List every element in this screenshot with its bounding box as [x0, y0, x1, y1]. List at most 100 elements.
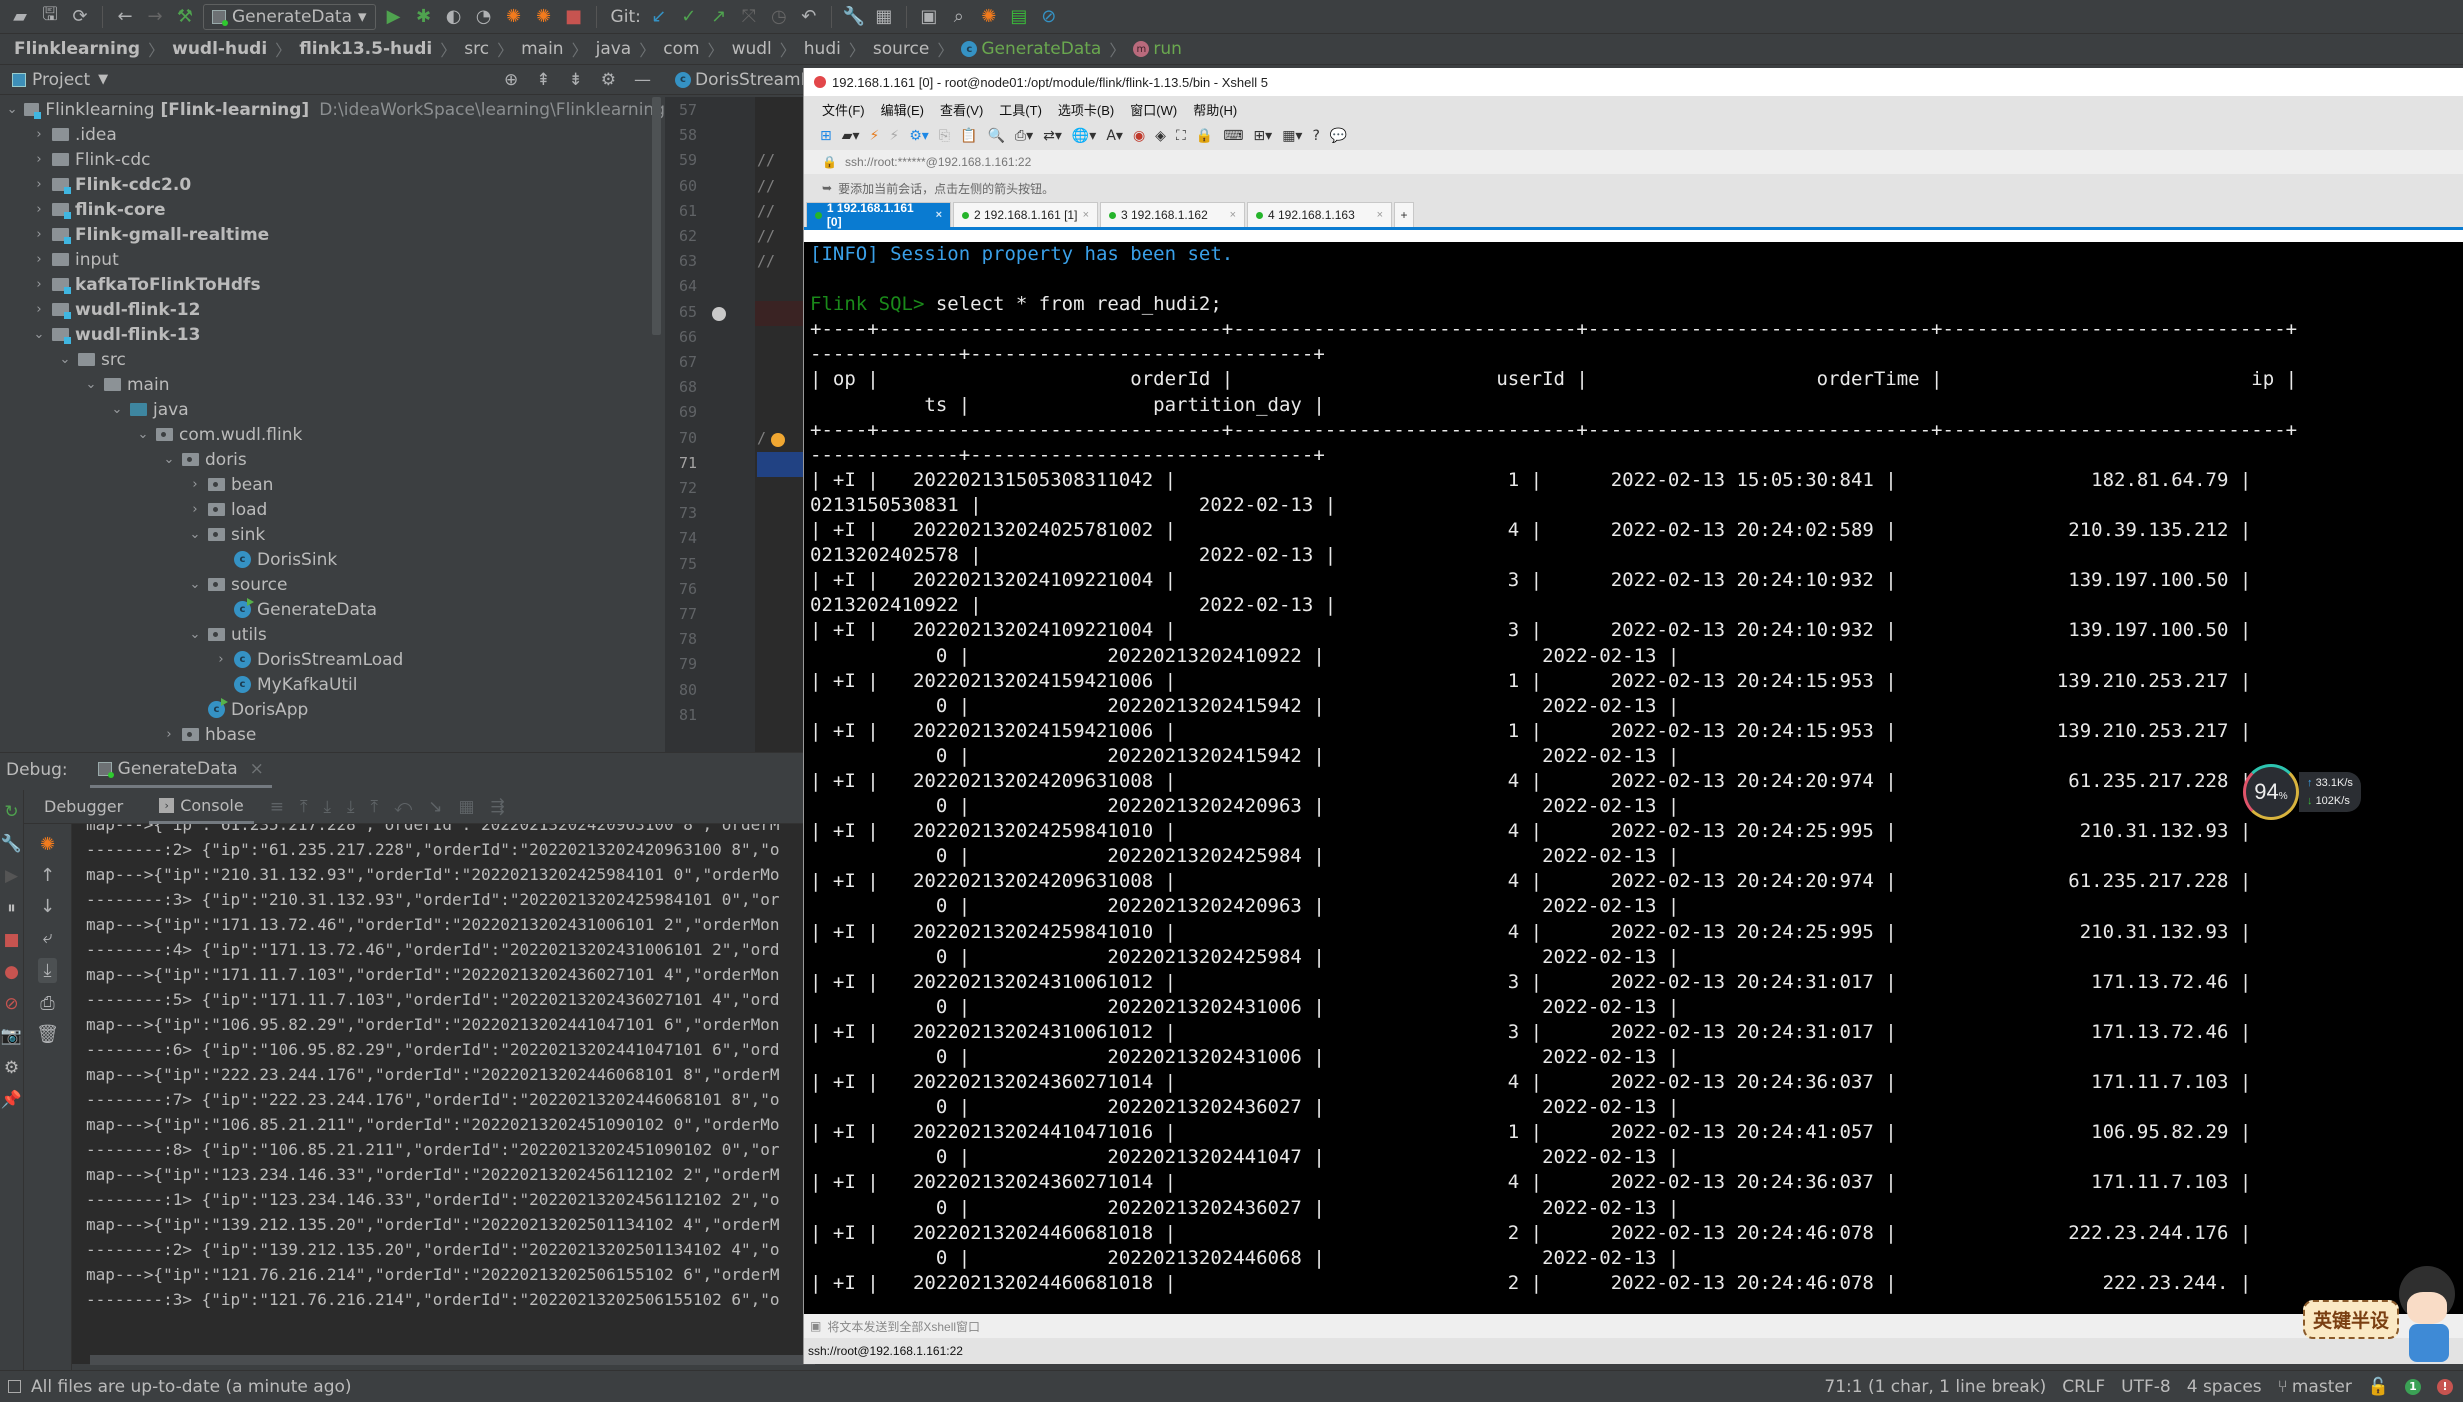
back-icon[interactable]: ← — [113, 5, 137, 29]
open-icon[interactable]: ▰▾ — [842, 128, 860, 144]
breadcrumb-item[interactable]: flink13.5-hudi — [299, 39, 432, 59]
expand-all-icon[interactable]: ⇞ — [536, 70, 550, 90]
connect-icon[interactable]: ⚡ — [870, 128, 880, 144]
step-into-icon[interactable]: ⤓ — [347, 797, 355, 817]
xftp-icon[interactable]: ◉ — [1133, 128, 1145, 144]
chat-icon[interactable]: 💬 — [1330, 128, 1347, 144]
code-line[interactable]: // — [757, 202, 775, 220]
gear-icon[interactable]: ⚙ — [601, 70, 616, 90]
chevron-down-icon[interactable]: ⌄ — [82, 377, 100, 392]
chevron-down-icon[interactable]: ⌄ — [134, 427, 152, 442]
status-checkbox-icon[interactable] — [8, 1380, 21, 1393]
close-icon[interactable]: × — [1230, 209, 1236, 221]
console-hscrollbar[interactable] — [90, 1355, 815, 1365]
wrench-icon[interactable]: 🔧 — [1, 834, 22, 854]
tree-item[interactable]: › Flink-cdc — [0, 147, 665, 172]
lock-icon[interactable]: 🔒 — [1196, 128, 1213, 144]
xshell-address-bar[interactable]: 🔒 ssh://root:******@192.168.1.161:22 — [804, 150, 2463, 174]
chevron-right-icon[interactable]: › — [30, 302, 48, 317]
print-icon[interactable]: ⎙▾ — [1015, 128, 1033, 144]
xshell-menu-item[interactable]: 查看(V) — [940, 100, 983, 119]
breadcrumb-item[interactable]: src — [464, 39, 489, 59]
no-entry-icon[interactable]: ⊘ — [1037, 5, 1061, 29]
stop-icon[interactable]: ■ — [3, 930, 19, 950]
rollback-icon[interactable]: ↶ — [797, 5, 821, 29]
step-out-icon[interactable]: ⤒ — [371, 797, 379, 817]
attach-debug-icon[interactable]: ✺ — [532, 5, 556, 29]
layout-icon[interactable]: ▦▾ — [1282, 128, 1302, 144]
console-output[interactable]: map--->{"ip":"61.235.217.228","orderId":… — [72, 824, 815, 1364]
xshell-menu-item[interactable]: 选项卡(B) — [1058, 100, 1114, 119]
trace-icon[interactable]: ⇶ — [491, 797, 505, 817]
print-icon[interactable]: ⎙ — [40, 993, 54, 1014]
breadcrumb-item[interactable]: wudl — [732, 39, 772, 59]
xshell-menu-item[interactable]: 文件(F) — [822, 100, 865, 119]
resume-icon[interactable]: ▶ — [5, 866, 18, 886]
tree-item[interactable]: ⌄ main — [0, 372, 665, 397]
chevron-down-icon[interactable]: ⌄ — [160, 452, 178, 467]
tree-item[interactable]: › input — [0, 247, 665, 272]
xshell-session-tab[interactable]: 1 192.168.1.161 [0] × — [806, 201, 951, 229]
chevron-down-icon[interactable]: ⌄ — [186, 577, 204, 592]
font-icon[interactable]: A▾ — [1106, 128, 1123, 144]
tree-item[interactable]: ⌄ com.wudl.flink — [0, 422, 665, 447]
project-panel-title[interactable]: Project — [32, 70, 90, 90]
unlock-icon[interactable]: 🔓 — [2368, 1377, 2389, 1397]
chevron-right-icon[interactable]: › — [30, 127, 48, 142]
breadcrumb-item[interactable]: java — [596, 39, 632, 59]
trash-icon[interactable]: 🗑 — [36, 1024, 59, 1045]
open-folder-icon[interactable]: ▰ — [8, 5, 32, 29]
pause-icon[interactable]: ⏸ — [7, 898, 16, 918]
error-icon[interactable]: ! — [2437, 1378, 2453, 1395]
chevron-right-icon[interactable]: › — [30, 202, 48, 217]
git-branch[interactable]: master — [2292, 1377, 2352, 1397]
terminal-run-icon[interactable]: ▣ — [917, 5, 941, 29]
xshell-menu-item[interactable]: 帮助(H) — [1193, 100, 1237, 119]
history-icon[interactable]: ◷ — [767, 5, 791, 29]
close-icon[interactable]: × — [936, 209, 942, 221]
keyboard-icon[interactable]: ⌨ — [1223, 128, 1243, 144]
rerun-icon[interactable]: ↻ — [4, 802, 18, 822]
xshell-send-bar[interactable]: ▣ 将文本发送到全部Xshell窗口 — [804, 1314, 2463, 1338]
xshell-session-tab[interactable]: 3 192.168.1.162 × — [1100, 202, 1245, 227]
tree-item[interactable]: › flink-core — [0, 197, 665, 222]
project-scrollbar[interactable] — [652, 97, 661, 335]
breadcrumb-item[interactable]: main — [521, 39, 563, 59]
chevron-down-icon[interactable]: ⌄ — [30, 327, 48, 342]
build-hammer-icon[interactable]: ⚒ — [173, 5, 197, 29]
chevron-right-icon[interactable]: › — [30, 152, 48, 167]
xshell-menu-item[interactable]: 工具(T) — [999, 100, 1042, 119]
coverage-icon[interactable]: ◐ — [442, 5, 466, 29]
terminal[interactable]: [INFO] Session property has been set. Fl… — [804, 242, 2463, 1314]
disconnect-icon[interactable]: ⚡ — [889, 128, 899, 144]
camera-icon[interactable]: 📷 — [1, 1026, 22, 1046]
code-line[interactable]: // — [757, 151, 775, 169]
find-icon[interactable]: 🔍 — [987, 128, 1004, 144]
tree-item[interactable]: c DorisApp — [0, 697, 665, 722]
line-separator[interactable]: CRLF — [2062, 1377, 2105, 1397]
breadcrumb-item[interactable]: com — [663, 39, 699, 59]
breadcrumb-item[interactable]: wudl-hudi — [172, 39, 267, 59]
settings-wrench-icon[interactable]: 🔧 — [842, 5, 866, 29]
code-line[interactable]: // — [757, 252, 775, 270]
chevron-down-icon[interactable]: ▼ — [98, 72, 108, 87]
notification-badge[interactable]: 1 — [2405, 1378, 2421, 1395]
code-line[interactable]: / — [757, 429, 766, 447]
fullscreen-icon[interactable]: ⛶ — [1176, 128, 1186, 144]
copy-icon[interactable]: ⎘ — [939, 128, 950, 144]
search-icon[interactable]: ⌕ — [947, 5, 971, 29]
network-monitor-widget[interactable]: 94% ↑ 33.1K/s ↓ 102K/s — [2243, 764, 2361, 820]
tree-item[interactable]: › hbase — [0, 722, 665, 747]
tab-console[interactable]: › Console — [149, 790, 254, 824]
git-commit-icon[interactable]: ✓ — [677, 5, 701, 29]
run-icon[interactable]: ▶ — [382, 5, 406, 29]
sync-icon[interactable]: ⟳ — [68, 5, 92, 29]
tree-item[interactable]: › kafkaToFlinkToHdfs — [0, 272, 665, 297]
chevron-right-icon[interactable]: › — [30, 277, 48, 292]
stop-icon[interactable]: ■ — [562, 5, 586, 29]
indent-setting[interactable]: 4 spaces — [2187, 1377, 2262, 1397]
tree-item[interactable]: c DorisSink — [0, 547, 665, 572]
code-line[interactable]: // — [757, 177, 775, 195]
breadcrumb-item[interactable]: GenerateData — [981, 39, 1101, 59]
tree-item[interactable]: ⌄ utils — [0, 622, 665, 647]
